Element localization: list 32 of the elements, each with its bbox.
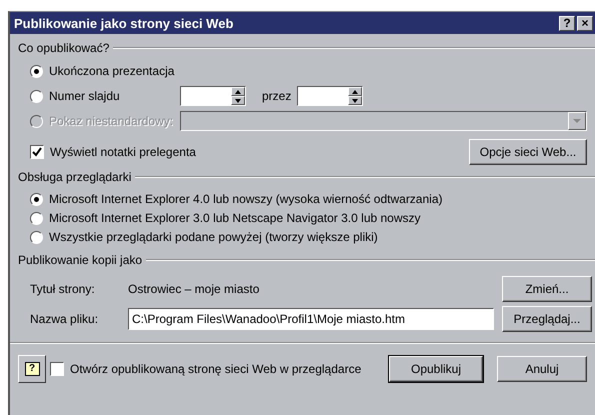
radio-option[interactable]: Wszystkie przeglądarki podane powyżej (tworzy większe pliki) xyxy=(30,230,595,244)
change-button[interactable]: Zmień... xyxy=(502,276,592,302)
file-name-field[interactable]: C:\Program Files\Wanadoo\Profil1\Moje miasto.htm xyxy=(128,308,494,330)
up-arrow-icon[interactable] xyxy=(352,90,358,94)
help-button[interactable]: ? xyxy=(18,355,46,383)
group-heading: Obsługa przeglądarki xyxy=(18,170,132,184)
help-button[interactable]: ? xyxy=(559,16,575,30)
notes-checkbox[interactable]: Wyświetl notatki prelegenta xyxy=(30,145,196,159)
group-heading: Co opublikować? xyxy=(18,41,110,55)
publish-button[interactable]: Opublikuj xyxy=(389,356,483,382)
down-arrow-icon[interactable] xyxy=(235,98,241,102)
spin-field[interactable] xyxy=(297,86,364,106)
up-arrow-icon[interactable] xyxy=(235,90,241,94)
down-arrow-icon[interactable] xyxy=(352,98,358,102)
page-title-value: Ostrowiec – moje miasto xyxy=(128,282,260,296)
radio-option[interactable]: Microsoft Internet Explorer 4.0 lub nowszy (wysoka wierność odtwarzania) xyxy=(30,192,595,206)
radio-option[interactable]: Numer slajdu xyxy=(30,89,180,103)
web-options-button[interactable]: Opcje sieci Web... xyxy=(469,139,587,165)
field-label: Nazwa pliku: xyxy=(30,312,100,326)
dropdown-field[interactable] xyxy=(180,111,587,131)
checkmark-icon xyxy=(32,147,42,157)
window-title: Publikowanie jako strony sieci Web xyxy=(14,16,234,30)
cancel-button[interactable]: Anuluj xyxy=(497,356,587,382)
open-in-browser-checkbox[interactable]: Otwórz opublikowaną stronę sieci Web w przeglądarce xyxy=(50,362,385,376)
group-heading: Publikowanie kopii jako xyxy=(18,253,142,267)
close-button[interactable]: × xyxy=(577,16,593,30)
range-label: przez xyxy=(262,89,292,103)
spin-field[interactable] xyxy=(180,86,246,106)
browse-button[interactable]: Przeglądaj... xyxy=(502,306,592,332)
field-label: Tytuł strony: xyxy=(30,282,96,296)
radio-option[interactable]: Ukończona prezentacja xyxy=(30,64,180,78)
radio-option[interactable]: Microsoft Internet Explorer 3.0 lub Netscape Navigator 3.0 lub nowszy xyxy=(30,211,595,225)
